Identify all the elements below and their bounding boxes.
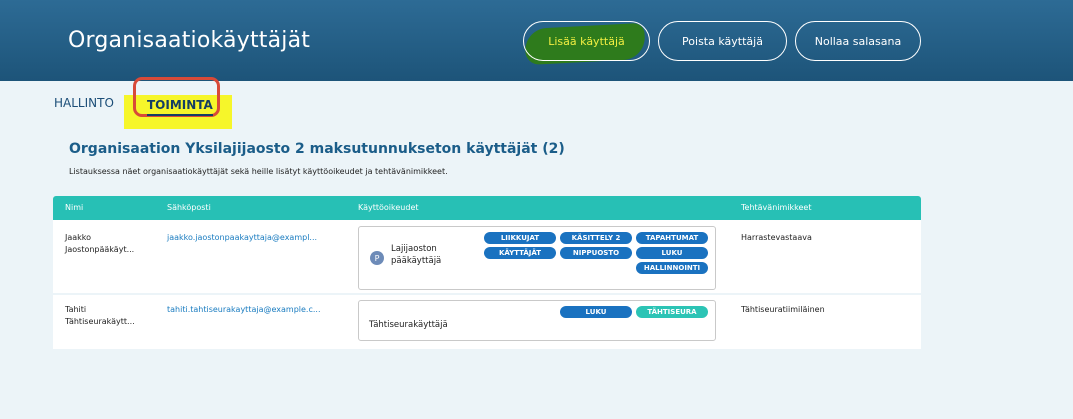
- permissions-box: Tähtiseurakäyttäjä LUKU TÄHTISEURA: [358, 300, 716, 341]
- reset-password-button[interactable]: Nollaa salasana: [795, 21, 921, 61]
- user-last-name: Jaostonpääkäyt...: [65, 245, 135, 254]
- permission-badge: HALLINNOINTI: [636, 262, 708, 274]
- role-name: Tähtiseurakäyttäjä: [369, 320, 448, 330]
- remove-user-button[interactable]: Poista käyttäjä: [658, 21, 787, 61]
- permission-badge: TÄHTISEURA: [636, 306, 708, 318]
- permissions-box: P Lajijaoston pääkäyttäjä LIIKKUJAT KÄSI…: [358, 226, 716, 290]
- page-title: Organisaatiokäyttäjät: [68, 28, 311, 53]
- permission-badge: KÄYTTÄJÄT: [484, 247, 556, 259]
- permission-badge: TAPAHTUMAT: [636, 232, 708, 244]
- role-name-line1: Lajijaoston: [391, 244, 437, 254]
- user-email-link[interactable]: tahiti.tahtiseurakayttaja@example.c...: [167, 304, 321, 316]
- role-name: Lajijaoston pääkäyttäjä: [391, 243, 441, 267]
- permission-badge: KÄSITTELY 2: [560, 232, 632, 244]
- role-name-line2: pääkäyttäjä: [391, 256, 442, 266]
- user-job-title: Tähtiseuratiimiläinen: [741, 305, 825, 314]
- column-header-email: Sähköposti: [167, 203, 211, 212]
- tab-hallinto[interactable]: HALLINTO: [54, 96, 114, 110]
- users-table: Nimi Sähköposti Käyttöoikeudet Tehtäväni…: [53, 196, 921, 349]
- table-header: Nimi Sähköposti Käyttöoikeudet Tehtäväni…: [53, 196, 921, 220]
- add-user-button[interactable]: Lisää käyttäjä: [523, 21, 650, 61]
- permission-badge: LUKU: [560, 306, 632, 318]
- user-name: Jaakko Jaostonpääkäyt...: [65, 232, 134, 256]
- table-row[interactable]: Tahiti Tähtiseurakäytt... tahiti.tahtise…: [53, 295, 921, 349]
- add-user-button-label: Lisää käyttäjä: [548, 34, 625, 48]
- tab-toiminta[interactable]: TOIMINTA: [147, 98, 213, 116]
- column-header-titles: Tehtävänimikkeet: [741, 203, 812, 212]
- avatar: P: [370, 251, 384, 265]
- column-header-permissions: Käyttöoikeudet: [358, 203, 419, 212]
- column-header-name: Nimi: [65, 203, 84, 212]
- section-title: Organisaation Yksilajijaosto 2 maksutunn…: [69, 141, 565, 157]
- permission-badge: LIIKKUJAT: [484, 232, 556, 244]
- permission-badge: LUKU: [636, 247, 708, 259]
- user-job-title: Harrastevastaava: [741, 233, 812, 242]
- page-header: Organisaatiokäyttäjät Lisää käyttäjä Poi…: [0, 0, 1073, 81]
- section-description: Listauksessa näet organisaatiokäyttäjät …: [69, 167, 448, 176]
- user-first-name: Tahiti: [65, 305, 87, 314]
- table-row[interactable]: Jaakko Jaostonpääkäyt... jaakko.jaostonp…: [53, 220, 921, 293]
- user-email-link[interactable]: jaakko.jaostonpaakayttaja@exampl...: [167, 232, 317, 244]
- permission-badge: NIPPUOSTO: [560, 247, 632, 259]
- user-first-name: Jaakko: [65, 233, 92, 242]
- user-name: Tahiti Tähtiseurakäytt...: [65, 304, 135, 328]
- user-last-name: Tähtiseurakäytt...: [65, 317, 135, 326]
